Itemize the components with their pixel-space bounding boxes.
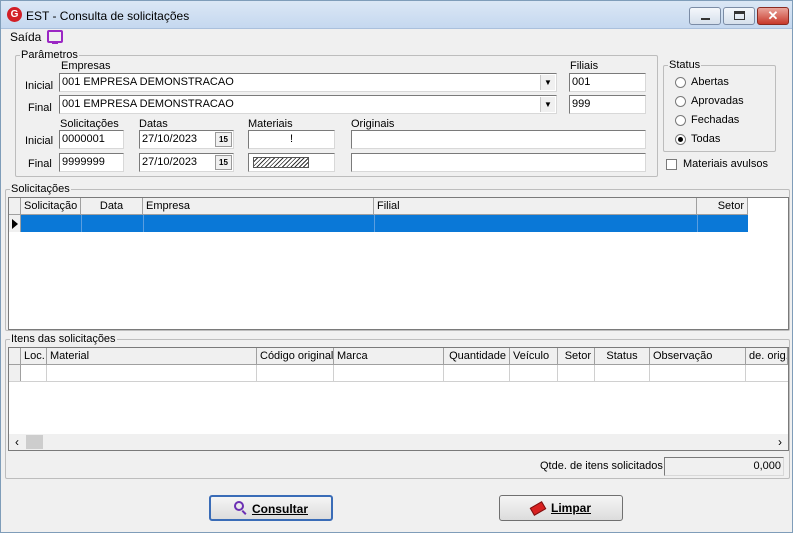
datas-label: Datas: [139, 118, 168, 130]
table-row[interactable]: [21, 215, 748, 232]
status-fechadas-radio[interactable]: [675, 115, 686, 126]
chevron-down-icon[interactable]: ▼: [540, 97, 555, 112]
status-legend: Status: [669, 59, 701, 71]
consultar-label: Consultar: [251, 502, 308, 516]
data-inicial-value: 27/10/2023: [142, 133, 198, 145]
col-filial[interactable]: Filial: [374, 198, 697, 215]
empresa-final-label: Final: [28, 102, 52, 114]
col-codigo-original[interactable]: Código original: [257, 348, 334, 365]
materiais-avulsos-checkbox[interactable]: [666, 159, 677, 170]
scroll-right-icon[interactable]: ›: [774, 435, 786, 449]
final-label: Final: [28, 158, 52, 170]
maximize-icon: [734, 11, 745, 20]
col-data[interactable]: Data: [81, 198, 143, 215]
col-material[interactable]: Material: [47, 348, 257, 365]
row-indicator-header: [9, 348, 21, 365]
status-todas-label[interactable]: Todas: [691, 133, 720, 145]
row-pointer-icon: [12, 219, 18, 229]
data-final-value: 27/10/2023: [142, 156, 198, 168]
empresa-final-value: 001 EMPRESA DEMONSTRACAO: [62, 98, 234, 110]
itens-grid[interactable]: Loc. Material Código original Marca Quan…: [8, 347, 789, 451]
material-inicial-field[interactable]: !: [248, 130, 335, 149]
empresas-label: Empresas: [61, 60, 111, 72]
row-indicator-header: [9, 198, 21, 215]
material-final-value: [253, 157, 309, 168]
close-icon: ✕: [767, 8, 779, 23]
horizontal-scrollbar[interactable]: ‹ ›: [9, 434, 788, 450]
table-row[interactable]: [9, 365, 788, 382]
title-bar: G EST - Consulta de solicitações ✕: [1, 1, 792, 29]
qtde-label: Qtde. de itens solicitados: [540, 460, 663, 472]
empresa-final-select[interactable]: 001 EMPRESA DEMONSTRACAO ▼: [59, 95, 557, 114]
solicitacao-inicial-field[interactable]: 0000001: [59, 130, 124, 149]
originais-label: Originais: [351, 118, 395, 130]
filiais-label: Filiais: [570, 60, 599, 72]
chevron-down-icon[interactable]: ▼: [540, 75, 555, 90]
solicitacao-final-field[interactable]: 9999999: [59, 153, 124, 172]
calendar-icon[interactable]: 15: [215, 155, 232, 170]
col-empresa[interactable]: Empresa: [143, 198, 374, 215]
original-final-field[interactable]: [351, 153, 646, 172]
materiais-label: Materiais: [248, 118, 293, 130]
close-button[interactable]: ✕: [757, 7, 789, 25]
status-fechadas-label[interactable]: Fechadas: [691, 114, 739, 126]
status-aprovadas-label[interactable]: Aprovadas: [691, 95, 744, 107]
col-veiculo[interactable]: Veículo: [510, 348, 558, 365]
data-inicial-field[interactable]: 27/10/2023 15: [139, 130, 234, 149]
inicial-label: Inicial: [25, 135, 54, 147]
original-inicial-field[interactable]: [351, 130, 646, 149]
scroll-left-icon[interactable]: ‹: [11, 435, 23, 449]
window-title: EST - Consulta de solicitações: [26, 9, 190, 23]
col-quantidade[interactable]: Quantidade: [444, 348, 510, 365]
solicitacoes-label: Solicitações: [60, 118, 119, 130]
empresa-inicial-select[interactable]: 001 EMPRESA DEMONSTRACAO ▼: [59, 73, 557, 92]
col-de-orig[interactable]: de. orig.: [746, 348, 788, 365]
col-setor[interactable]: Setor: [558, 348, 595, 365]
status-todas-radio[interactable]: [675, 134, 686, 145]
limpar-label: Limpar: [550, 501, 591, 515]
empresa-inicial-label: Inicial: [25, 80, 54, 92]
eraser-icon: [529, 501, 547, 516]
empresa-inicial-value: 001 EMPRESA DEMONSTRACAO: [62, 76, 234, 88]
menu-bar: Saída: [1, 29, 792, 47]
menu-saida[interactable]: Saída: [10, 30, 41, 44]
status-abertas-radio[interactable]: [675, 77, 686, 88]
filial-inicial-field[interactable]: 001: [569, 73, 646, 92]
row-pointer: [9, 215, 21, 232]
data-final-field[interactable]: 27/10/2023 15: [139, 153, 234, 172]
status-abertas-label[interactable]: Abertas: [691, 76, 729, 88]
app-logo-icon: G: [7, 7, 22, 22]
col-observacao[interactable]: Observação: [650, 348, 746, 365]
main-window: G EST - Consulta de solicitações ✕ Saída…: [0, 0, 793, 533]
itens-legend: Itens das solicitações: [11, 333, 116, 345]
consultar-button[interactable]: Consultar: [209, 495, 333, 521]
maximize-button[interactable]: [723, 7, 755, 25]
col-loc[interactable]: Loc.: [21, 348, 47, 365]
col-setor[interactable]: Setor: [697, 198, 748, 215]
search-icon: [233, 501, 248, 515]
monitor-icon[interactable]: [47, 30, 63, 44]
minimize-icon: [701, 18, 710, 20]
col-status[interactable]: Status: [595, 348, 650, 365]
materiais-avulsos-label[interactable]: Materiais avulsos: [683, 158, 768, 170]
minimize-button[interactable]: [689, 7, 721, 25]
calendar-icon[interactable]: 15: [215, 132, 232, 147]
qtde-value: 0,000: [664, 457, 784, 476]
material-final-field[interactable]: [248, 153, 335, 172]
col-marca[interactable]: Marca: [334, 348, 444, 365]
filial-final-field[interactable]: 999: [569, 95, 646, 114]
solicitacoes-legend: Solicitações: [11, 183, 70, 195]
scroll-thumb[interactable]: [26, 435, 43, 449]
solicitacoes-grid[interactable]: Solicitação Data Empresa Filial Setor: [8, 197, 789, 330]
status-aprovadas-radio[interactable]: [675, 96, 686, 107]
limpar-button[interactable]: Limpar: [499, 495, 623, 521]
col-solicitacao[interactable]: Solicitação: [21, 198, 81, 215]
